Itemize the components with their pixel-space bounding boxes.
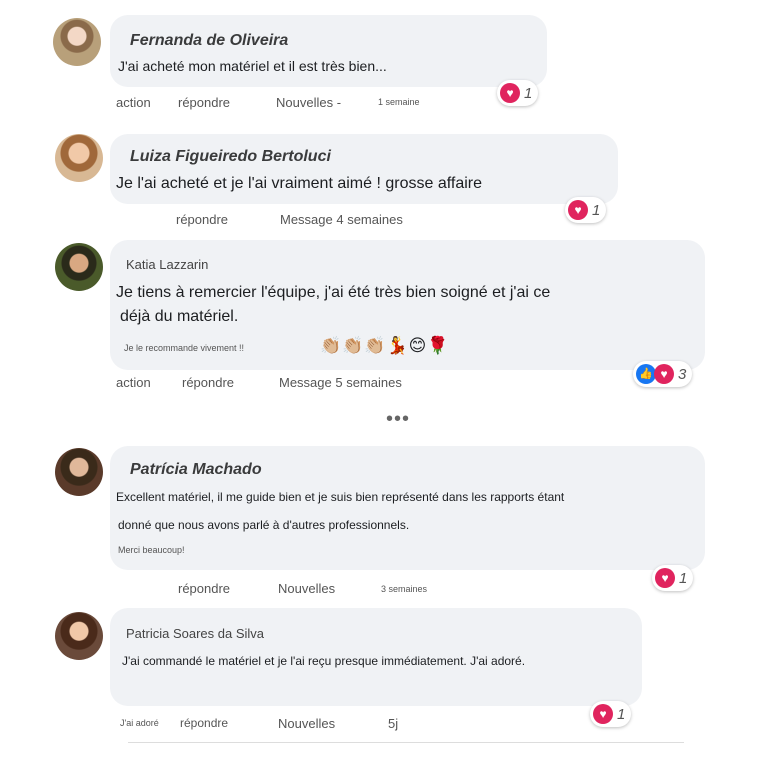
reaction-count: 1 <box>617 705 626 723</box>
divider <box>128 742 684 743</box>
avatar[interactable] <box>55 612 103 660</box>
timestamp: 5j <box>388 716 399 731</box>
reply-link[interactable]: répondre <box>180 716 228 730</box>
comment-text: J'ai commandé le matériel et je l'ai reç… <box>122 654 526 668</box>
news-link[interactable]: Nouvelles <box>278 716 335 731</box>
reaction-summary[interactable]: ♥ 1 <box>590 701 632 727</box>
heart-icon: ♥ <box>593 704 613 724</box>
comment-5: Patricia Soares da Silva J'ai commandé l… <box>0 0 768 764</box>
author-name[interactable]: Patricia Soares da Silva <box>126 626 264 641</box>
tiny-label: J'ai adoré <box>120 718 159 728</box>
